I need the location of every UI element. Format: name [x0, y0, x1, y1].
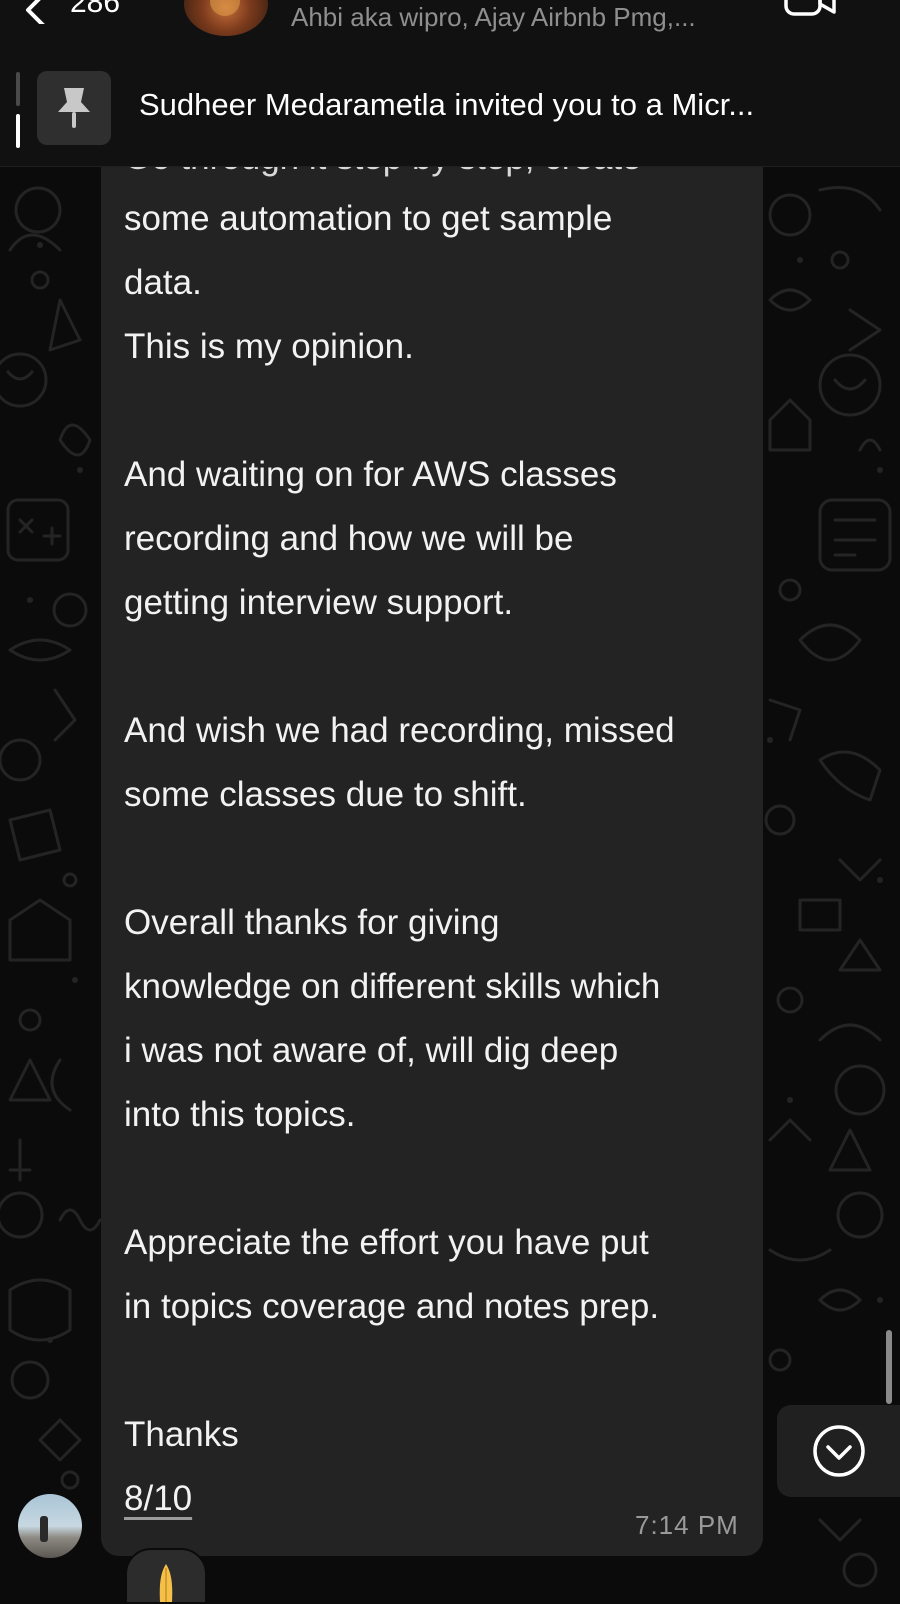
- message-line: Appreciate the effort you have put: [124, 1223, 649, 1262]
- scroll-to-bottom-button[interactable]: [777, 1405, 900, 1497]
- group-avatar[interactable]: [184, 0, 268, 36]
- message-line: recording and how we will be: [124, 519, 574, 558]
- message-line: some automation to get sample: [124, 199, 613, 238]
- message-line: And wish we had recording, missed: [124, 711, 675, 750]
- chat-header: 286 Ahbi aka wipro, Ajay Airbnb Pmg,...: [0, 0, 900, 62]
- message-line: Thanks: [124, 1415, 239, 1454]
- message-line: into this topics.: [124, 1095, 356, 1134]
- unread-count[interactable]: 286: [70, 0, 120, 20]
- message-timestamp: 7:14 PM: [635, 1510, 739, 1540]
- message-line: And waiting on for AWS classes: [124, 455, 617, 494]
- chevron-down-circle-icon: [812, 1425, 865, 1477]
- message-line: in topics coverage and notes prep.: [124, 1287, 660, 1326]
- video-call-icon[interactable]: [782, 0, 838, 18]
- message-line: This is my opinion.: [124, 327, 414, 366]
- message-line: knowledge on different skills which: [124, 967, 661, 1006]
- pinned-position-indicator: [16, 72, 20, 150]
- message-line: data.: [124, 263, 202, 302]
- message-line: i was not aware of, will dig deep: [124, 1031, 619, 1070]
- pin-icon: [58, 88, 90, 128]
- message-line: Overall thanks for giving: [124, 903, 500, 942]
- reaction-pill[interactable]: [125, 1548, 207, 1604]
- message-line: some classes due to shift.: [124, 775, 527, 814]
- message-line: getting interview support.: [124, 583, 514, 622]
- pinned-message-bar[interactable]: Sudheer Medarametla invited you to a Mic…: [0, 62, 900, 167]
- pinned-message-text[interactable]: Sudheer Medarametla invited you to a Mic…: [139, 87, 754, 123]
- chevron-left-icon[interactable]: [18, 0, 52, 24]
- group-members-subtitle[interactable]: Ahbi aka wipro, Ajay Airbnb Pmg,...: [291, 2, 696, 33]
- sender-avatar[interactable]: [18, 1494, 82, 1558]
- folded-hands-emoji: [159, 1564, 173, 1602]
- scrollbar[interactable]: [886, 1330, 892, 1404]
- pin-thumbnail: [37, 71, 111, 145]
- rating-link[interactable]: 8/10: [124, 1477, 192, 1521]
